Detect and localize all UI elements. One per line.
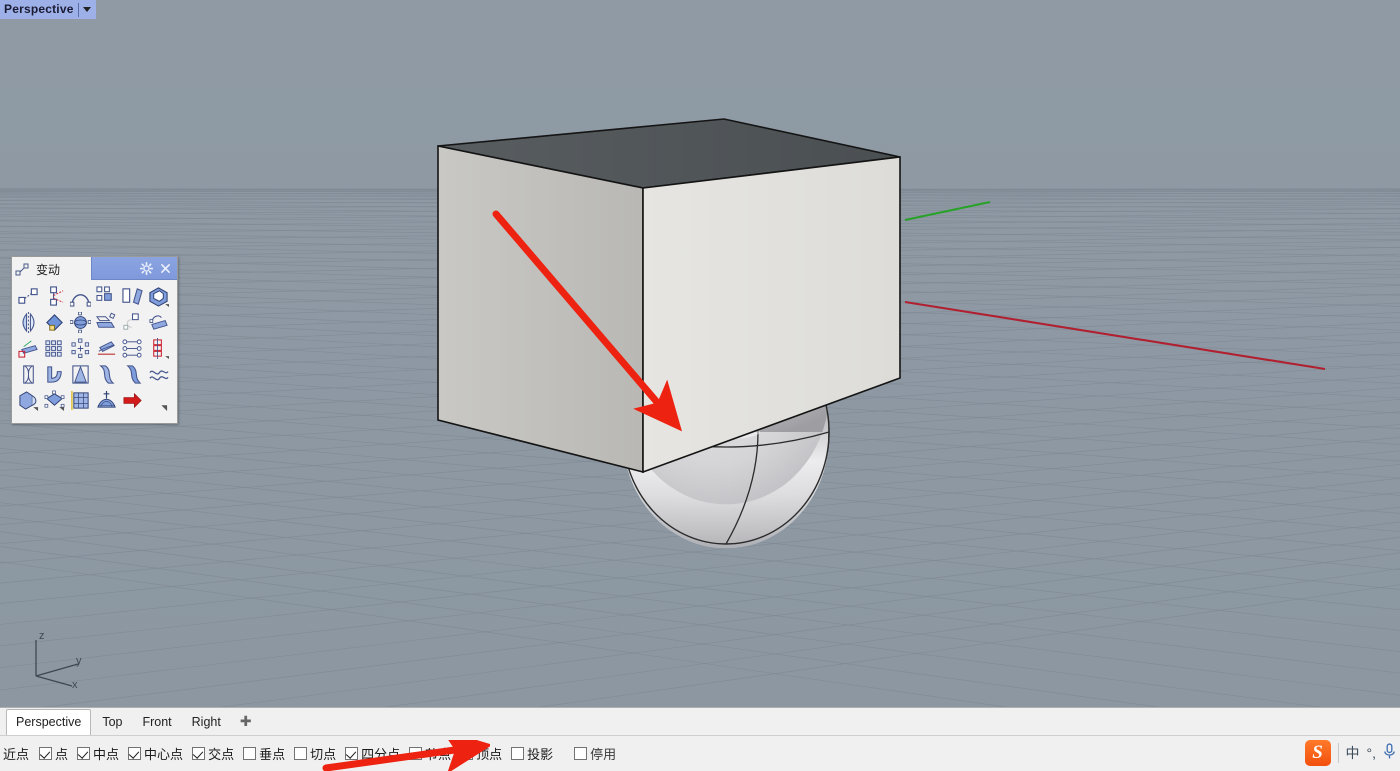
- transform-button-twist[interactable]: [15, 361, 41, 387]
- viewport-tab-front[interactable]: Front: [133, 710, 180, 735]
- osnap-vertex[interactable]: 顶点: [460, 744, 502, 763]
- osnap-knot-label: 节点: [425, 747, 452, 762]
- osnap-perpendicular[interactable]: 垂点: [243, 744, 285, 763]
- transform-button-array-uv[interactable]: [145, 335, 171, 361]
- toolbar-panel-controls: [91, 257, 177, 280]
- osnap-center[interactable]: 中心点: [128, 744, 183, 763]
- object-snap-bar[interactable]: 近点 点 中点 中心点 交点 垂点 切点 四分点 节点 顶点 投影 停用: [0, 735, 1400, 771]
- transform-button-grid[interactable]: [15, 283, 174, 421]
- transform-button-flow-along-surface[interactable]: [145, 309, 171, 335]
- viewport-tab-top[interactable]: Top: [93, 710, 131, 735]
- osnap-disable-label: 停用: [590, 747, 617, 762]
- transform-button-scale[interactable]: [93, 283, 119, 309]
- viewport-title-bar[interactable]: Perspective: [0, 0, 96, 19]
- viewport-title-separator: [77, 2, 79, 17]
- transform-button-move[interactable]: [15, 283, 41, 309]
- transform-button-rotate-3d[interactable]: [41, 309, 67, 335]
- perspective-viewport[interactable]: Perspective z y x 变动: [0, 0, 1400, 707]
- transform-toolbar-panel[interactable]: 变动: [11, 256, 178, 424]
- osnap-quadrant[interactable]: 四分点: [345, 744, 400, 763]
- tray-divider: [1337, 743, 1339, 763]
- checkbox-perpendicular[interactable]: [243, 747, 257, 760]
- transform-button-splop[interactable]: [15, 387, 41, 413]
- osnap-disable[interactable]: 停用: [574, 744, 616, 763]
- transform-button-set-point[interactable]: [15, 335, 41, 361]
- osnap-label-near: 近点: [3, 747, 30, 762]
- osnap-point[interactable]: 点: [39, 744, 68, 763]
- axis-label-z: z: [39, 630, 45, 642]
- transform-button-flow[interactable]: [93, 361, 119, 387]
- rhino-window: Perspective z y x 变动 Perspective Top Fro…: [0, 0, 1400, 771]
- transform-button-maelstrom[interactable]: [119, 361, 145, 387]
- transform-panel-expand[interactable]: [145, 387, 171, 413]
- transform-button-orient-sphere[interactable]: [67, 309, 93, 335]
- checkbox-vertex[interactable]: [460, 747, 474, 760]
- checkbox-midpoint[interactable]: [77, 747, 91, 760]
- transform-button-rotate[interactable]: [67, 283, 93, 309]
- transform-button-orient-remap[interactable]: [119, 309, 145, 335]
- osnap-project[interactable]: 投影: [511, 744, 553, 763]
- transform-button-more[interactable]: [119, 387, 145, 413]
- gear-icon[interactable]: [139, 261, 154, 275]
- sogou-ime-logo[interactable]: S: [1304, 740, 1331, 766]
- checkbox-center[interactable]: [128, 747, 142, 760]
- transform-button-cage-edit[interactable]: [41, 387, 67, 413]
- osnap-tangent[interactable]: 切点: [294, 744, 336, 763]
- transform-button-soft-edit[interactable]: [93, 387, 119, 413]
- checkbox-quadrant[interactable]: [345, 747, 359, 760]
- checkbox-intersection[interactable]: [192, 747, 206, 760]
- osnap-center-label: 中心点: [144, 747, 184, 762]
- axis-gizmo: z y x: [35, 630, 82, 690]
- transform-button-cage-box[interactable]: [67, 387, 93, 413]
- transform-button-array-rect[interactable]: [41, 335, 67, 361]
- ground-grid: [0, 0, 1400, 707]
- osnap-midpoint[interactable]: 中点: [77, 744, 119, 763]
- toolbar-panel-titlebar[interactable]: 变动: [12, 257, 177, 282]
- osnap-perpendicular-label: 垂点: [259, 747, 286, 762]
- transform-button-project-to-plane[interactable]: [93, 309, 119, 335]
- checkbox-tangent[interactable]: [294, 747, 308, 760]
- checkbox-knot[interactable]: [409, 747, 423, 760]
- close-icon[interactable]: [160, 263, 171, 274]
- ime-punctuation-label[interactable]: °,: [1367, 745, 1377, 761]
- checkbox-disable[interactable]: [574, 747, 588, 760]
- osnap-midpoint-label: 中点: [93, 747, 120, 762]
- axis-label-x: x: [72, 679, 78, 690]
- osnap-vertex-label: 顶点: [476, 747, 503, 762]
- checkbox-point[interactable]: [39, 747, 53, 760]
- osnap-point-label: 点: [55, 747, 69, 762]
- viewport-tab-bar[interactable]: Perspective Top Front Right ✚: [0, 707, 1400, 736]
- osnap-tangent-label: 切点: [310, 747, 337, 762]
- chevron-down-icon[interactable]: [82, 7, 91, 12]
- transform-button-array-polar[interactable]: [67, 335, 93, 361]
- transform-button-shear[interactable]: [119, 283, 145, 309]
- transform-button-array-crv[interactable]: [93, 335, 119, 361]
- viewport-tab-perspective[interactable]: Perspective: [6, 709, 92, 736]
- osnap-intersection[interactable]: 交点: [192, 744, 234, 763]
- ime-mode-label[interactable]: 中: [1346, 743, 1360, 763]
- toolbar-panel-title: 变动: [36, 263, 61, 277]
- transform-button-bend[interactable]: [41, 361, 67, 387]
- transform-button-orient-box[interactable]: [145, 283, 171, 309]
- osnap-knot[interactable]: 节点: [409, 744, 451, 763]
- drag-grip-icon[interactable]: [12, 257, 34, 282]
- osnap-quadrant-label: 四分点: [361, 747, 401, 762]
- checkbox-project[interactable]: [511, 747, 525, 760]
- viewport-tab-right[interactable]: Right: [183, 710, 230, 735]
- transform-button-array-linear[interactable]: [119, 335, 145, 361]
- transform-button-mirror[interactable]: [15, 309, 41, 335]
- osnap-project-label: 投影: [527, 747, 554, 762]
- system-tray[interactable]: S 中 °,: [1304, 736, 1397, 770]
- osnap-intersection-label: 交点: [208, 747, 235, 762]
- add-viewport-tab-icon[interactable]: ✚: [232, 710, 260, 735]
- viewport-name[interactable]: Perspective: [4, 0, 74, 19]
- transform-button-copy[interactable]: [41, 283, 67, 309]
- transform-button-taper[interactable]: [67, 361, 93, 387]
- axis-label-y: y: [76, 655, 82, 667]
- microphone-icon[interactable]: [1383, 743, 1396, 763]
- transform-button-smooth[interactable]: [145, 361, 171, 387]
